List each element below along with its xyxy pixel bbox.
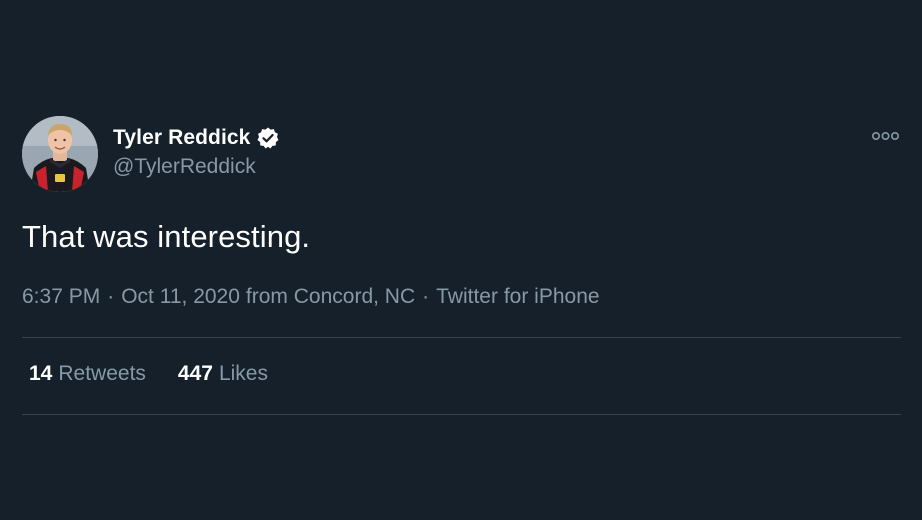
retweets-count: 14 (29, 362, 53, 385)
tweet-text: That was interesting. (22, 219, 311, 254)
user-handle[interactable]: @TylerReddick (113, 155, 256, 179)
verified-badge-icon (256, 126, 280, 150)
retweets-stat[interactable]: 14 Retweets (29, 362, 146, 386)
likes-label: Likes (218, 362, 268, 385)
likes-count: 447 (177, 362, 213, 385)
separator: · (107, 285, 115, 308)
tweet-location[interactable]: from Concord, NC (246, 285, 415, 309)
avatar[interactable] (22, 116, 98, 192)
more-options-icon[interactable] (871, 126, 901, 146)
divider (22, 414, 901, 415)
retweets-label: Retweets (58, 362, 146, 385)
tweet-time[interactable]: 6:37 PM (22, 285, 100, 309)
tweet-metadata: 6:37 PM · Oct 11, 2020 from Concord, NC … (22, 285, 600, 309)
likes-stat[interactable]: 447 Likes (178, 362, 268, 386)
tweet-stats: 14 Retweets 447 Likes (29, 362, 268, 386)
separator: · (422, 285, 430, 308)
avatar-image (22, 116, 98, 192)
tweet-date[interactable]: Oct 11, 2020 (121, 285, 240, 309)
divider (22, 337, 901, 338)
display-name-row: Tyler Reddick (113, 124, 280, 152)
tweet-source[interactable]: Twitter for iPhone (436, 285, 599, 309)
tweet-card: Tyler Reddick @TylerReddick That was int… (0, 0, 922, 520)
display-name[interactable]: Tyler Reddick (113, 126, 250, 150)
